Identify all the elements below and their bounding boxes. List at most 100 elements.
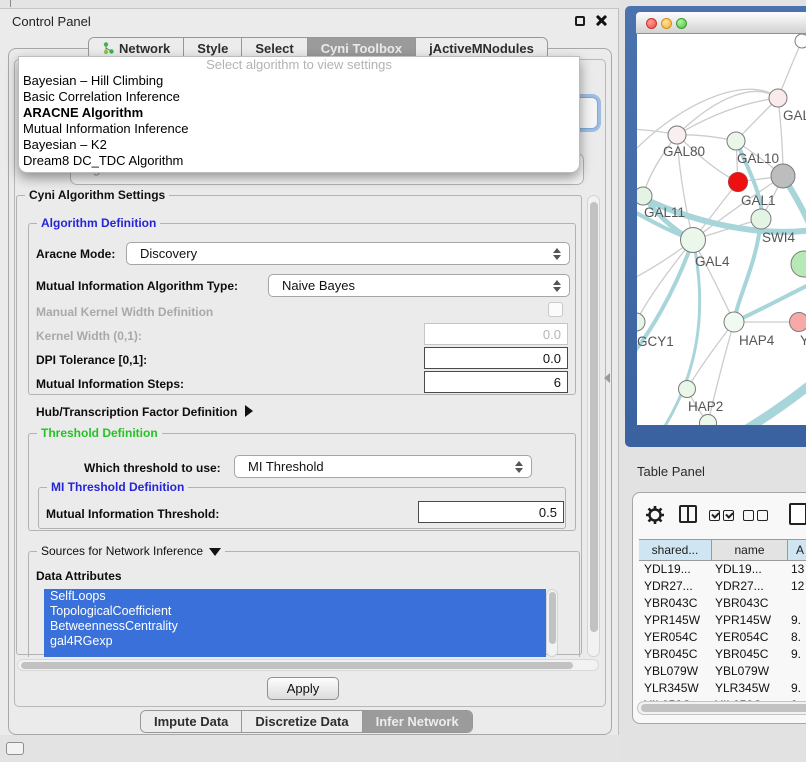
table-row[interactable]: YDL19...YDL19...13 <box>639 561 806 578</box>
algorithm-option[interactable]: Dream8 DC_TDC Algorithm <box>19 153 579 169</box>
algorithm-option[interactable]: Basic Correlation Inference <box>19 89 579 105</box>
table-cell[interactable]: YPR145W <box>639 612 712 629</box>
table-cell[interactable]: 9. <box>788 646 806 663</box>
settings-horizontal-scrollbar-thumb[interactable] <box>21 662 573 669</box>
network-node[interactable] <box>668 126 686 144</box>
network-canvas[interactable]: GALGAL80GAL10GAL1GAL11SWI4GAL4GCY1HAP4YH… <box>637 34 806 425</box>
table-cell[interactable]: 8. <box>788 629 806 646</box>
hub-definition-toggle[interactable]: Hub/Transcription Factor Definition <box>36 405 253 419</box>
table-cell[interactable]: YBL079W <box>639 663 712 680</box>
table-cell[interactable]: YBR045C <box>712 646 788 663</box>
table-horizontal-scrollbar-thumb[interactable] <box>641 704 806 712</box>
zoom-traffic-light-icon[interactable] <box>676 18 687 29</box>
column-header-shared-name[interactable]: shared... <box>639 540 712 560</box>
deselect-all-checkbox-icon[interactable] <box>757 510 768 521</box>
gear-icon[interactable] <box>645 505 665 525</box>
tab-discretize-data[interactable]: Discretize Data <box>241 711 361 732</box>
tab-impute-data[interactable]: Impute Data <box>141 711 241 732</box>
attributes-scrollbar-thumb[interactable] <box>549 592 556 644</box>
manual-kernel-checkbox[interactable] <box>548 302 563 317</box>
table-cell[interactable]: YDR27... <box>712 578 788 595</box>
network-node[interactable] <box>681 228 706 253</box>
show-columns-icon[interactable] <box>679 505 697 523</box>
table-cell[interactable]: 9. <box>788 680 806 697</box>
kernel-width-field[interactable]: 0.0 <box>424 323 568 345</box>
apply-button[interactable]: Apply <box>267 677 339 700</box>
column-header-name[interactable]: name <box>712 540 788 560</box>
table-cell[interactable]: YDL19... <box>639 561 712 578</box>
table-row[interactable]: YBR043CYBR043C <box>639 595 806 612</box>
settings-vertical-scrollbar-thumb[interactable] <box>590 202 598 632</box>
table-cell[interactable]: 13 <box>788 561 806 578</box>
network-node[interactable] <box>795 34 806 48</box>
network-node[interactable] <box>637 187 652 205</box>
settings-horizontal-scrollbar[interactable] <box>17 659 599 671</box>
column-header-partial[interactable]: A <box>788 540 806 560</box>
table-cell[interactable] <box>788 595 806 612</box>
table-cell[interactable]: YER054C <box>712 629 788 646</box>
minimize-traffic-light-icon[interactable] <box>661 18 672 29</box>
table-row[interactable]: YDR27...YDR27...12 <box>639 578 806 595</box>
table-row[interactable]: YLR345WYLR345W9. <box>639 680 806 697</box>
algorithm-option[interactable]: Bayesian – K2 <box>19 137 579 153</box>
algorithm-option[interactable]: Mutual Information Inference <box>19 121 579 137</box>
table-cell[interactable]: YLR345W <box>639 680 712 697</box>
sources-group-title[interactable]: Sources for Network Inference <box>37 544 225 558</box>
close-icon[interactable] <box>594 14 607 27</box>
table-row[interactable]: YBL079WYBL079W <box>639 663 806 680</box>
deselect-all-checkbox-icon[interactable] <box>743 510 754 521</box>
table-cell[interactable]: 12 <box>788 578 806 595</box>
network-node[interactable] <box>769 89 787 107</box>
which-threshold-combo[interactable]: MI Threshold <box>234 455 532 478</box>
algorithm-option[interactable]: Bayesian – Hill Climbing <box>19 73 579 89</box>
network-node[interactable] <box>724 312 744 332</box>
table-cell[interactable]: YDR27... <box>639 578 712 595</box>
table-cell[interactable]: YBR045C <box>639 646 712 663</box>
network-node[interactable] <box>791 251 806 277</box>
mi-type-combo[interactable]: Naive Bayes <box>268 274 570 297</box>
cyni-algorithm-settings-title: Cyni Algorithm Settings <box>25 188 169 202</box>
float-window-icon[interactable] <box>575 16 585 26</box>
network-node[interactable] <box>700 415 717 426</box>
table-row[interactable]: YER054CYER054C8. <box>639 629 806 646</box>
dpi-tolerance-field[interactable]: 0.0 <box>424 347 568 369</box>
mi-threshold-field[interactable]: 0.5 <box>418 501 564 523</box>
table-row[interactable]: YPR145WYPR145W9. <box>639 612 806 629</box>
settings-vertical-scrollbar[interactable] <box>587 195 600 657</box>
aracne-mode-combo[interactable]: Discovery <box>126 242 570 265</box>
network-node[interactable] <box>637 313 645 331</box>
table-cell[interactable]: YBR043C <box>639 595 712 612</box>
table-cell[interactable]: YLR345W <box>712 680 788 697</box>
panel-resize-handle-icon[interactable] <box>604 373 610 383</box>
table-cell[interactable]: YER054C <box>639 629 712 646</box>
network-node[interactable] <box>727 132 745 150</box>
network-window-titlebar[interactable] <box>636 12 806 34</box>
table-cell[interactable]: 9. <box>788 612 806 629</box>
table-cell[interactable] <box>788 663 806 680</box>
table-horizontal-scrollbar[interactable] <box>637 701 806 715</box>
data-attribute-item[interactable]: TopologicalCoefficient <box>44 604 546 619</box>
network-node[interactable] <box>729 173 748 192</box>
network-node[interactable] <box>771 164 795 188</box>
table-cell[interactable]: YBL079W <box>712 663 788 680</box>
data-attribute-item[interactable]: SelfLoops <box>44 589 546 604</box>
table-row[interactable]: YBR045CYBR045C9. <box>639 646 806 663</box>
table-cell[interactable]: YPR145W <box>712 612 788 629</box>
network-node[interactable] <box>790 313 806 332</box>
table-cell[interactable]: YDL19... <box>712 561 788 578</box>
close-traffic-light-icon[interactable] <box>646 18 657 29</box>
select-all-checkbox-icon[interactable] <box>709 510 720 521</box>
minimized-panel-icon[interactable] <box>6 742 24 755</box>
tab-infer-network[interactable]: Infer Network <box>362 711 472 732</box>
attributes-scrollbar[interactable] <box>546 589 558 657</box>
algorithm-option[interactable]: ARACNE Algorithm <box>19 105 579 121</box>
select-all-checkbox-icon[interactable] <box>723 510 734 521</box>
mi-steps-field[interactable]: 6 <box>424 371 568 393</box>
table-cell[interactable]: YBR043C <box>712 595 788 612</box>
export-table-icon[interactable] <box>789 503 806 525</box>
data-attribute-item[interactable] <box>44 649 546 657</box>
data-attribute-item[interactable]: gal4RGexp <box>44 634 546 649</box>
network-node[interactable] <box>751 209 771 229</box>
network-node[interactable] <box>679 381 696 398</box>
data-attribute-item[interactable]: BetweennessCentrality <box>44 619 546 634</box>
